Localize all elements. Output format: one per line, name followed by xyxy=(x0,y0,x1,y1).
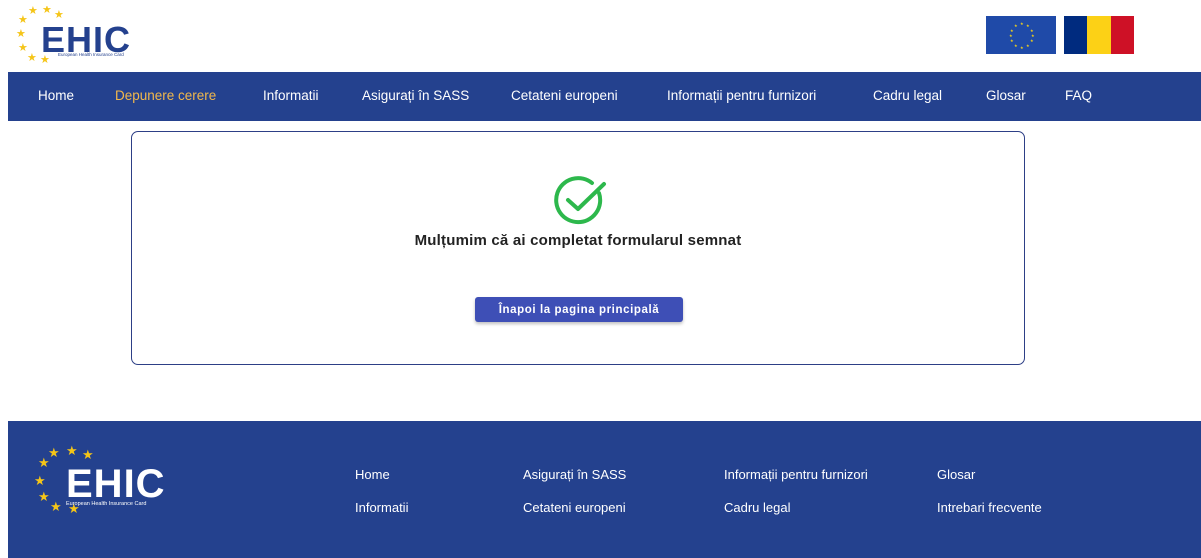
site-header: ★ ★ ★ ★ ★ ★ ★ ★ EHIC European Health Ins… xyxy=(0,0,1201,72)
footer-ehic-logo[interactable]: ★ ★ ★ ★ ★ ★ ★ ★ EHIC European Health Ins… xyxy=(32,445,204,513)
svg-text:★: ★ xyxy=(1010,28,1014,33)
nav-item-faq[interactable]: FAQ xyxy=(1065,72,1092,121)
svg-text:★: ★ xyxy=(66,445,78,459)
svg-text:★: ★ xyxy=(1020,45,1024,50)
svg-text:★: ★ xyxy=(1020,21,1024,26)
ehic-logo[interactable]: ★ ★ ★ ★ ★ ★ ★ ★ EHIC European Health Ins… xyxy=(14,6,154,64)
svg-text:★: ★ xyxy=(38,490,50,505)
footer-link-asigurati-sass[interactable]: Asigurați în SASS xyxy=(523,467,626,482)
romania-flag-icon xyxy=(1064,16,1134,54)
svg-text:★: ★ xyxy=(1009,33,1013,38)
footer-link-home[interactable]: Home xyxy=(355,467,390,482)
svg-text:★: ★ xyxy=(34,474,46,489)
check-circle-icon xyxy=(554,176,606,225)
svg-text:★: ★ xyxy=(27,51,37,64)
svg-text:★: ★ xyxy=(28,6,38,17)
footer-link-cetateni-europeni[interactable]: Cetateni europeni xyxy=(523,500,626,515)
svg-text:★: ★ xyxy=(1014,23,1018,28)
svg-text:★: ★ xyxy=(42,6,52,16)
confirmation-card: Mulțumim că ai completat formularul semn… xyxy=(131,131,1025,365)
nav-item-informatii-furnizori[interactable]: Informații pentru furnizori xyxy=(667,72,816,121)
main-navigation: Home Depunere cerere Informatii Asiguraț… xyxy=(8,72,1201,121)
svg-text:★: ★ xyxy=(1014,43,1018,48)
footer-link-intrebari-frecvente[interactable]: Intrebari frecvente xyxy=(937,500,1042,515)
back-to-home-button[interactable]: Înapoi la pagina principală xyxy=(475,297,683,322)
footer-link-glosar[interactable]: Glosar xyxy=(937,467,975,482)
nav-item-depunere-cerere[interactable]: Depunere cerere xyxy=(115,72,216,121)
svg-text:★: ★ xyxy=(1030,38,1034,43)
svg-text:★: ★ xyxy=(82,448,94,463)
site-footer: ★ ★ ★ ★ ★ ★ ★ ★ EHIC European Health Ins… xyxy=(8,421,1201,558)
nav-item-home[interactable]: Home xyxy=(38,72,74,121)
footer-link-informatii[interactable]: Informatii xyxy=(355,500,408,515)
svg-text:★: ★ xyxy=(1026,43,1030,48)
nav-item-glosar[interactable]: Glosar xyxy=(986,72,1026,121)
nav-item-informatii[interactable]: Informatii xyxy=(263,72,319,121)
footer-link-cadru-legal[interactable]: Cadru legal xyxy=(724,500,791,515)
svg-text:★: ★ xyxy=(1010,38,1014,43)
svg-text:★: ★ xyxy=(16,27,26,40)
nav-item-cadru-legal[interactable]: Cadru legal xyxy=(873,72,942,121)
footer-logo-text: EHIC xyxy=(66,462,166,506)
nav-item-cetateni-europeni[interactable]: Cetateni europeni xyxy=(511,72,618,121)
svg-text:★: ★ xyxy=(48,446,60,461)
svg-text:★: ★ xyxy=(50,500,62,513)
footer-logo-subtitle: European Health Insurance Card xyxy=(66,501,146,507)
footer-link-informatii-furnizori[interactable]: Informații pentru furnizori xyxy=(724,467,868,482)
eu-flag-icon: ★ ★ ★ ★ ★ ★ ★ ★ ★ ★ ★ ★ xyxy=(986,16,1056,54)
logo-subtitle: European Health Insurance Card xyxy=(58,52,124,57)
svg-text:★: ★ xyxy=(18,13,28,26)
nav-item-asigurati-sass[interactable]: Asigurați în SASS xyxy=(362,72,469,121)
confirmation-message: Mulțumim că ai completat formularul semn… xyxy=(414,232,742,249)
